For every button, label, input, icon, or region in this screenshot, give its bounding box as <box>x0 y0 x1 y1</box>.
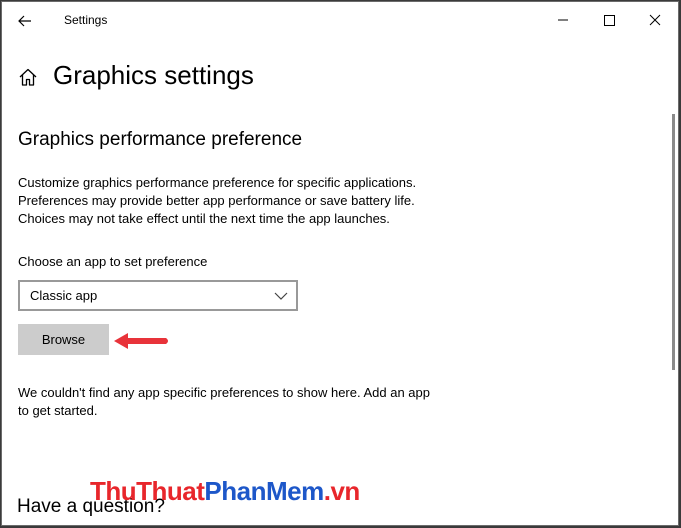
red-arrow-annotation-icon <box>114 333 168 349</box>
empty-preferences-message: We couldn't find any app specific prefer… <box>18 384 488 420</box>
home-icon[interactable] <box>17 66 39 88</box>
close-icon <box>649 14 661 26</box>
empty-message-line: We couldn't find any app specific prefer… <box>18 385 431 400</box>
app-type-dropdown[interactable]: Classic app <box>18 280 298 311</box>
close-button[interactable] <box>632 2 678 36</box>
maximize-icon <box>604 15 615 26</box>
maximize-button[interactable] <box>586 2 632 36</box>
watermark-part: .vn <box>323 476 361 506</box>
page-title: Graphics settings <box>53 60 254 90</box>
description-line: Choices may not take effect until the ne… <box>18 211 390 226</box>
empty-message-line: to get started. <box>18 403 98 418</box>
window-title: Settings <box>64 13 108 27</box>
title-bar: Settings <box>2 2 678 39</box>
watermark-part: PhanMem <box>204 476 324 506</box>
scrollbar[interactable] <box>672 114 675 370</box>
choose-app-label: Choose an app to set preference <box>18 254 208 269</box>
chevron-down-icon <box>274 292 288 300</box>
description: Customize graphics performance preferenc… <box>18 174 468 228</box>
minimize-button[interactable] <box>540 2 586 36</box>
minimize-icon <box>558 19 568 21</box>
settings-window: Settings Graphics settings Graphics perf… <box>1 1 679 526</box>
description-line: Customize graphics performance preferenc… <box>18 175 417 190</box>
back-button[interactable] <box>12 8 38 34</box>
back-arrow-icon <box>18 15 31 27</box>
description-line: Preferences may provide better app perfo… <box>18 193 415 208</box>
dropdown-value: Classic app <box>30 288 98 303</box>
browse-button[interactable]: Browse <box>18 324 109 355</box>
section-title: Graphics performance preference <box>18 129 303 150</box>
watermark-part: ThuThuat <box>90 476 205 506</box>
watermark-logo: ThuThuatPhanMem.vn <box>90 476 360 507</box>
